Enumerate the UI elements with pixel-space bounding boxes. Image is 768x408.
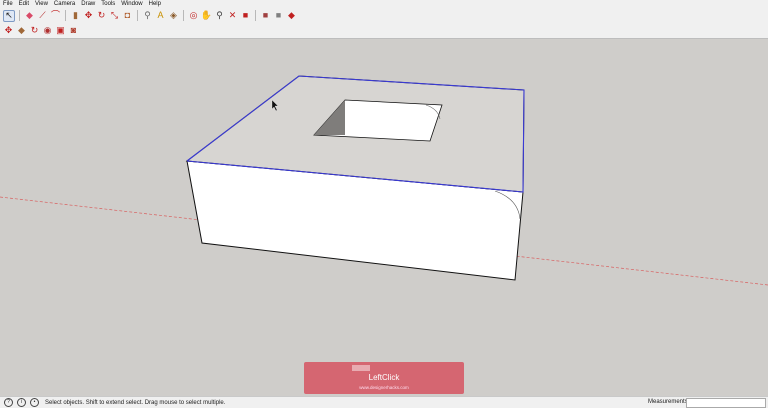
text-icon[interactable]: A [155, 10, 166, 21]
offset-tool-icon[interactable]: ◙ [68, 25, 79, 36]
move-icon[interactable]: ✥ [83, 10, 94, 21]
arc-icon[interactable]: ⌒ [50, 10, 61, 21]
measurements-label: Measurements [648, 399, 688, 405]
share-model-icon[interactable]: ■ [260, 10, 271, 21]
main-toolbar: ↖ ◆ ⟋ ⌒ ▮ ✥ ↻ ⤡ ◘ ⚲ A ◈ ◎ ✋ ⚲ ✕ ■ ■ ■ ◆ [0, 8, 768, 23]
toolbar-separator [19, 10, 20, 21]
menu-window[interactable]: Window [118, 0, 145, 8]
left-click-overlay: LeftClick www.designerhacks.com [304, 362, 464, 394]
push-tool-icon[interactable]: ◆ [16, 25, 27, 36]
menu-help[interactable]: Help [146, 0, 164, 8]
offset-icon[interactable]: ◘ [122, 10, 133, 21]
follow-me-icon[interactable]: ◉ [42, 25, 53, 36]
orbit-icon[interactable]: ◎ [188, 10, 199, 21]
toolbar-separator [65, 10, 66, 21]
rotate-icon[interactable]: ↻ [96, 10, 107, 21]
toolbar-separator [137, 10, 138, 21]
eraser-icon[interactable]: ◆ [24, 10, 35, 21]
secondary-toolbar: ✥ ◆ ↻ ◉ ▣ ◙ [0, 23, 768, 39]
scale-icon[interactable]: ⤡ [109, 10, 120, 21]
menu-view[interactable]: View [32, 0, 51, 8]
status-text: Select objects. Shift to extend select. … [45, 399, 226, 406]
pencil-line-icon[interactable]: ⟋ [37, 10, 48, 21]
paint-bucket-icon[interactable]: ◈ [168, 10, 179, 21]
toolbar-separator [183, 10, 184, 21]
user-icon[interactable]: • [30, 398, 39, 407]
tape-measure-icon[interactable]: ⚲ [142, 10, 153, 21]
menu-file[interactable]: File [0, 0, 16, 8]
3d-scene[interactable] [0, 39, 768, 396]
zoom-extents-icon[interactable]: ✕ [227, 10, 238, 21]
mouse-key-indicator [352, 365, 370, 371]
overlay-site: www.designerhacks.com [359, 385, 409, 390]
model-viewport[interactable] [0, 39, 768, 396]
zoom-icon[interactable]: ⚲ [214, 10, 225, 21]
menu-camera[interactable]: Camera [51, 0, 78, 8]
3d-warehouse-icon[interactable]: ■ [240, 10, 251, 21]
move-tool-icon[interactable]: ✥ [3, 25, 14, 36]
status-bar: ? i • Select objects. Shift to extend se… [0, 396, 768, 408]
scale-tool-icon[interactable]: ▣ [55, 25, 66, 36]
menu-tools[interactable]: Tools [98, 0, 118, 8]
menu-edit[interactable]: Edit [16, 0, 32, 8]
pan-icon[interactable]: ✋ [201, 10, 212, 21]
get-models-icon[interactable]: ■ [273, 10, 284, 21]
rotate-tool-icon[interactable]: ↻ [29, 25, 40, 36]
extension-warehouse-icon[interactable]: ◆ [286, 10, 297, 21]
toolbar-separator [255, 10, 256, 21]
push-pull-icon[interactable]: ▮ [70, 10, 81, 21]
geo-location-icon[interactable]: ? [4, 398, 13, 407]
select-arrow-icon[interactable]: ↖ [3, 9, 15, 22]
menu-bar: File Edit View Camera Draw Tools Window … [0, 0, 768, 8]
overlay-title: LeftClick [368, 373, 400, 382]
credits-icon[interactable]: i [17, 398, 26, 407]
menu-draw[interactable]: Draw [78, 0, 98, 8]
